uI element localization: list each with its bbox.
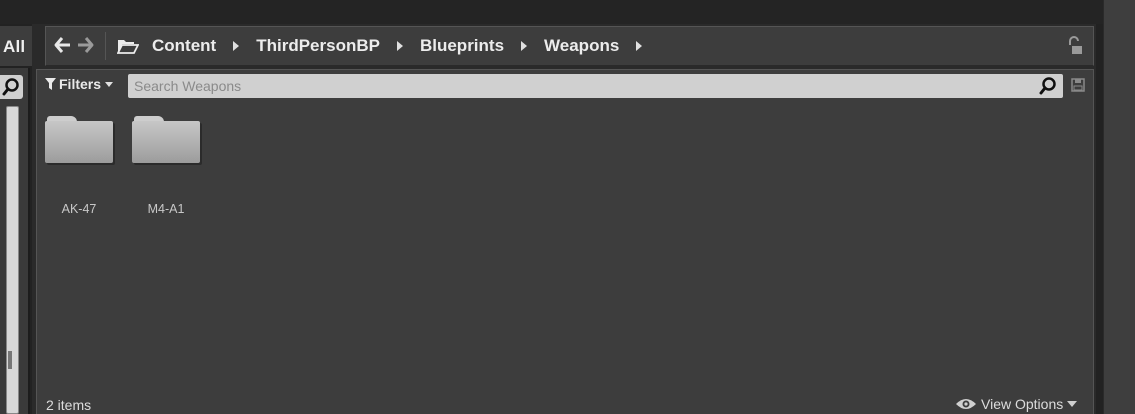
breadcrumb-weapons[interactable]: Weapons — [541, 36, 622, 56]
save-icon[interactable] — [1071, 78, 1085, 97]
item-count: 2 items — [46, 397, 92, 413]
folder-icon — [45, 114, 113, 164]
scrollbar-thumb[interactable] — [8, 351, 12, 369]
search-input[interactable] — [134, 77, 1014, 95]
view-options-label: View Options — [981, 396, 1064, 412]
top-strip — [0, 0, 1103, 24]
sources-scrollbar[interactable] — [6, 106, 19, 414]
breadcrumb-arrow-icon[interactable] — [233, 41, 240, 51]
filters-label: Filters — [59, 76, 102, 92]
breadcrumb-arrow-icon[interactable] — [636, 41, 643, 51]
breadcrumb-blueprints[interactable]: Blueprints — [417, 36, 507, 56]
folder-open-icon — [117, 37, 139, 55]
nav-separator — [105, 32, 106, 60]
folder-tile[interactable]: M4-A1 — [128, 114, 204, 216]
arrow-right-icon[interactable] — [75, 35, 95, 60]
asset-label: AK-47 — [61, 202, 97, 216]
breadcrumb-arrow-icon[interactable] — [521, 41, 528, 51]
all-button[interactable]: All — [3, 37, 25, 57]
folder-tile[interactable]: AK-47 — [41, 114, 117, 216]
search-icon — [2, 78, 19, 96]
breadcrumb-arrow-icon[interactable] — [396, 41, 403, 51]
right-panel — [1103, 0, 1135, 414]
history-nav — [53, 35, 95, 60]
eye-icon — [955, 397, 977, 411]
search-icon[interactable] — [1039, 77, 1057, 100]
filters-button[interactable]: Filters — [45, 76, 114, 92]
breadcrumb-thirdpersonbp[interactable]: ThirdPersonBP — [253, 36, 383, 56]
asset-label: M4-A1 — [147, 202, 185, 216]
breadcrumb: Content ThirdPersonBP Blueprints Weapons — [117, 33, 656, 59]
chevron-down-icon — [1067, 401, 1078, 407]
view-options-button[interactable]: View Options — [955, 396, 1078, 412]
unlock-icon[interactable] — [1066, 36, 1084, 61]
search-box[interactable] — [128, 74, 1063, 98]
arrow-left-icon[interactable] — [53, 35, 73, 60]
folder-icon — [132, 114, 200, 164]
chevron-down-icon — [105, 81, 114, 87]
funnel-icon — [45, 78, 56, 90]
breadcrumb-content[interactable]: Content — [149, 36, 219, 56]
sources-search-button[interactable] — [0, 75, 23, 99]
